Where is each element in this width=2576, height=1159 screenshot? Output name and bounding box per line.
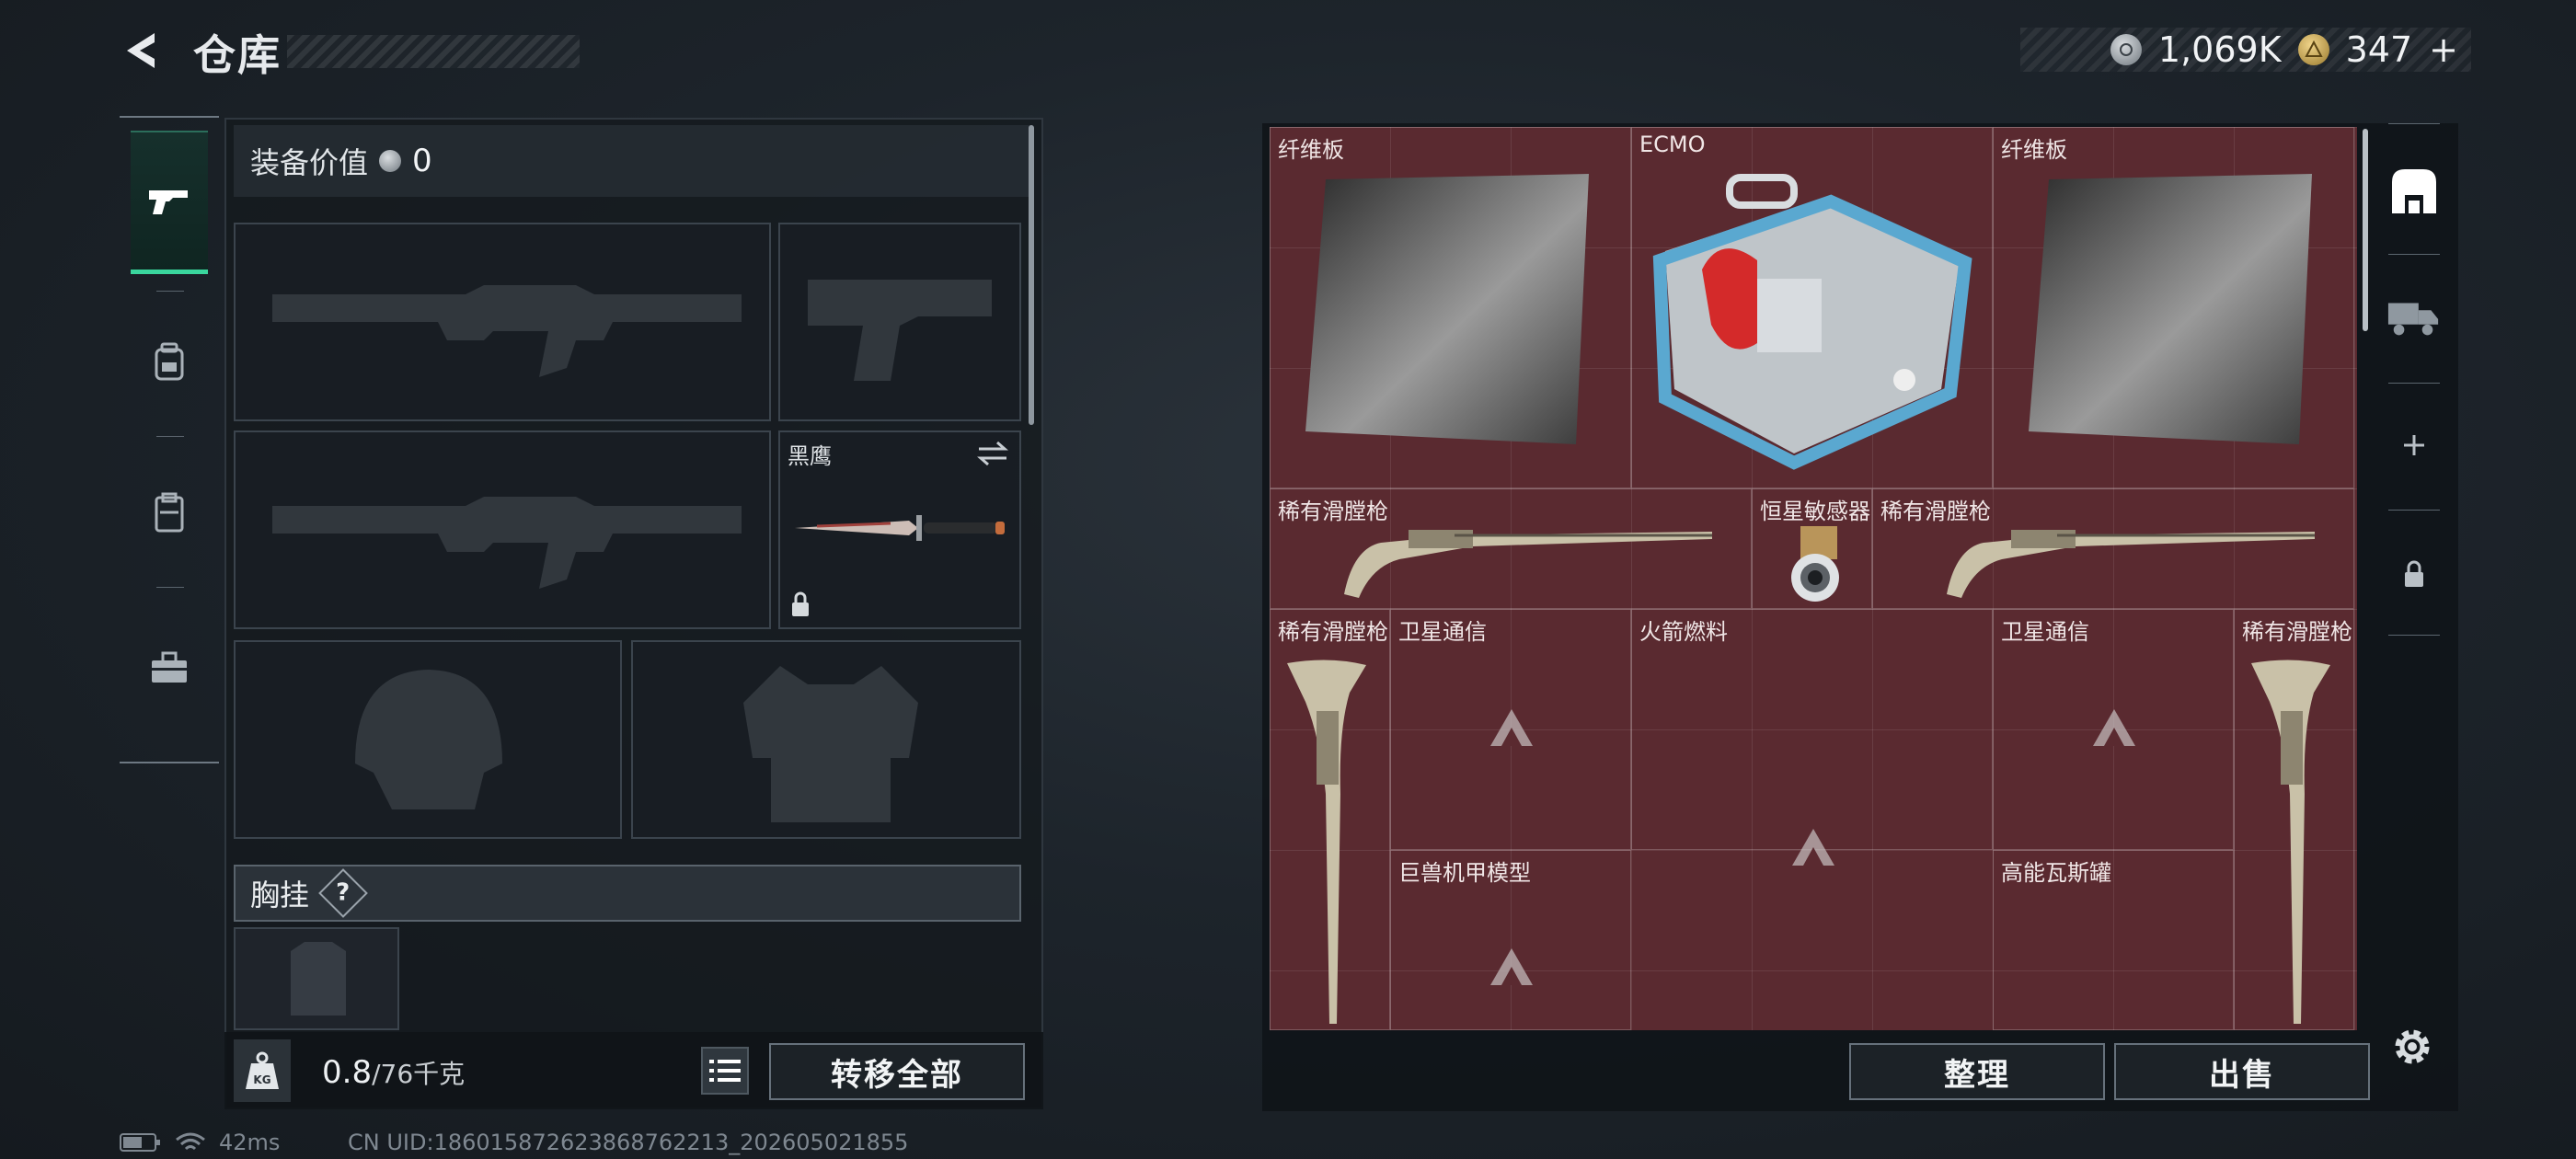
side-toolbar — [2370, 123, 2455, 638]
helmet-slot[interactable] — [234, 640, 622, 839]
silver-amount: 1,069K — [2157, 29, 2282, 70]
item-beast-mech-model[interactable]: 巨兽机甲模型 — [1390, 850, 1631, 1030]
fiber-board-icon — [1305, 174, 1589, 444]
rifle-silhouette-icon — [272, 497, 742, 589]
svg-text:KG: KG — [253, 1073, 270, 1086]
equipment-value-label: 装备价值 — [250, 145, 369, 180]
item-ecmo[interactable]: ECMO — [1631, 127, 1993, 488]
add-gold-button[interactable]: + — [2429, 29, 2458, 70]
unknown-item-icon — [1490, 948, 1533, 985]
truck-icon — [2387, 303, 2439, 336]
musket-icon — [1947, 530, 2315, 598]
item-gas-canister[interactable]: 高能瓦斯罐 — [1993, 850, 2234, 1030]
unknown-item-icon — [1490, 709, 1533, 746]
swap-icon[interactable] — [975, 440, 1010, 467]
settings-button[interactable] — [2388, 1023, 2436, 1071]
knife-icon — [795, 515, 1005, 541]
armor-silhouette-icon — [743, 666, 918, 822]
helmet-silhouette-icon — [355, 670, 502, 809]
gold-amount: 347 — [2345, 29, 2413, 70]
unknown-item-icon — [1792, 829, 1834, 866]
weight-icon: KG — [234, 1039, 291, 1102]
item-satellite-comms-1[interactable]: 卫星通信 — [1390, 609, 1631, 850]
tab-vest[interactable] — [131, 442, 208, 585]
wifi-icon — [176, 1132, 205, 1151]
musket-vertical-icon — [2251, 660, 2330, 1024]
sidearm-slot[interactable] — [778, 223, 1021, 421]
user-uid: CN UID:1860158726238687622​13_2026050218… — [348, 1130, 909, 1155]
body-armor-slot[interactable] — [631, 640, 1021, 839]
melee-item-name: 黑鹰 — [788, 443, 832, 469]
musket-icon — [1344, 530, 1712, 598]
vest-icon — [155, 492, 184, 533]
melee-slot[interactable]: 黑鹰 — [778, 430, 1021, 629]
item-star-sensor[interactable]: 恒星敏感器 — [1752, 488, 1872, 609]
chest-rig-slot[interactable] — [234, 927, 399, 1030]
chest-rig-silhouette-icon — [291, 942, 346, 1016]
lock-icon — [792, 591, 809, 616]
transfer-all-button[interactable]: 转移全部 — [769, 1043, 1025, 1100]
tab-backpack[interactable] — [131, 291, 208, 434]
category-tabs — [120, 116, 219, 763]
page-title: 仓库 — [193, 30, 282, 80]
safe-box-icon — [2392, 169, 2436, 213]
silver-coin-icon — [379, 150, 402, 172]
title-stripe — [287, 35, 580, 68]
item-rare-musket-4[interactable]: 稀有滑膛枪 — [2234, 609, 2354, 1030]
primary-weapon-slot-2[interactable] — [234, 430, 771, 629]
lock-icon — [2405, 560, 2423, 587]
right-scrollbar[interactable] — [2363, 129, 2368, 331]
container-grid: 纤维板 ECMO 纤维板 稀有滑膛枪 恒星敏感器 稀有滑膛枪 稀有滑膛枪 卫星通… — [1270, 127, 2357, 1030]
left-scrollbar[interactable] — [1029, 125, 1034, 425]
item-rare-musket-3[interactable]: 稀有滑膛枪 — [1270, 609, 1390, 1030]
vehicle-storage-button[interactable] — [2386, 289, 2442, 344]
equipment-value: 0 — [412, 143, 432, 179]
back-arrow-icon — [127, 33, 155, 68]
musket-vertical-icon — [1287, 660, 1366, 1024]
item-rare-musket-1[interactable]: 稀有滑膛枪 — [1270, 488, 1752, 609]
silver-coin-icon — [2110, 34, 2142, 65]
rifle-silhouette-icon — [272, 285, 742, 377]
gear-icon — [2395, 1029, 2430, 1064]
item-rare-musket-2[interactable]: 稀有滑膛枪 — [1872, 488, 2354, 609]
pistol-silhouette-icon — [808, 280, 992, 381]
max-weight: /76千克 — [372, 1059, 466, 1089]
star-sensor-icon — [1791, 526, 1839, 602]
pistol-icon — [149, 189, 188, 214]
fiber-board-icon — [2029, 174, 2312, 444]
sort-button[interactable]: 整理 — [1849, 1043, 2105, 1100]
safe-box-button[interactable] — [2386, 164, 2442, 219]
chest-rig-header: 胸挂 ? — [234, 865, 1021, 922]
current-weight: 0.8 — [322, 1054, 373, 1091]
gold-coin-icon — [2297, 34, 2329, 65]
unknown-item-icon — [2093, 709, 2135, 746]
plus-icon — [2404, 435, 2424, 455]
backpack-icon — [155, 342, 184, 381]
back-button[interactable] — [118, 28, 164, 74]
chest-rig-label: 胸挂 — [250, 878, 310, 912]
item-satellite-comms-2[interactable]: 卫星通信 — [1993, 609, 2234, 850]
battery-icon — [120, 1133, 160, 1152]
tab-weapons[interactable] — [131, 131, 208, 274]
ping-value: 42ms — [219, 1130, 281, 1155]
tab-toolbox[interactable] — [131, 596, 208, 740]
sell-button[interactable]: 出售 — [2114, 1043, 2370, 1100]
primary-weapon-slot-1[interactable] — [234, 223, 771, 421]
item-fiber-board-2[interactable]: 纤维板 — [1993, 127, 2354, 488]
toolbox-icon — [152, 651, 187, 683]
item-fiber-board-1[interactable]: 纤维板 — [1270, 127, 1631, 488]
equipment-value-header: 装备价值 0 — [234, 125, 1032, 197]
list-view-button[interactable] — [701, 1047, 749, 1095]
ecmo-machine-icon — [1652, 174, 1972, 470]
add-storage-button[interactable] — [2386, 418, 2442, 473]
help-icon[interactable]: ? — [318, 868, 368, 918]
item-rocket-fuel[interactable]: 火箭燃料 — [1631, 609, 1993, 866]
list-icon — [709, 1060, 741, 1082]
locked-storage-button[interactable] — [2386, 546, 2442, 602]
status-bar: 42ms — [120, 1130, 280, 1155]
weight-readout: 0.8/76千克 — [322, 1054, 465, 1091]
currency-bar: 1,069K 347 + — [2020, 28, 2471, 72]
